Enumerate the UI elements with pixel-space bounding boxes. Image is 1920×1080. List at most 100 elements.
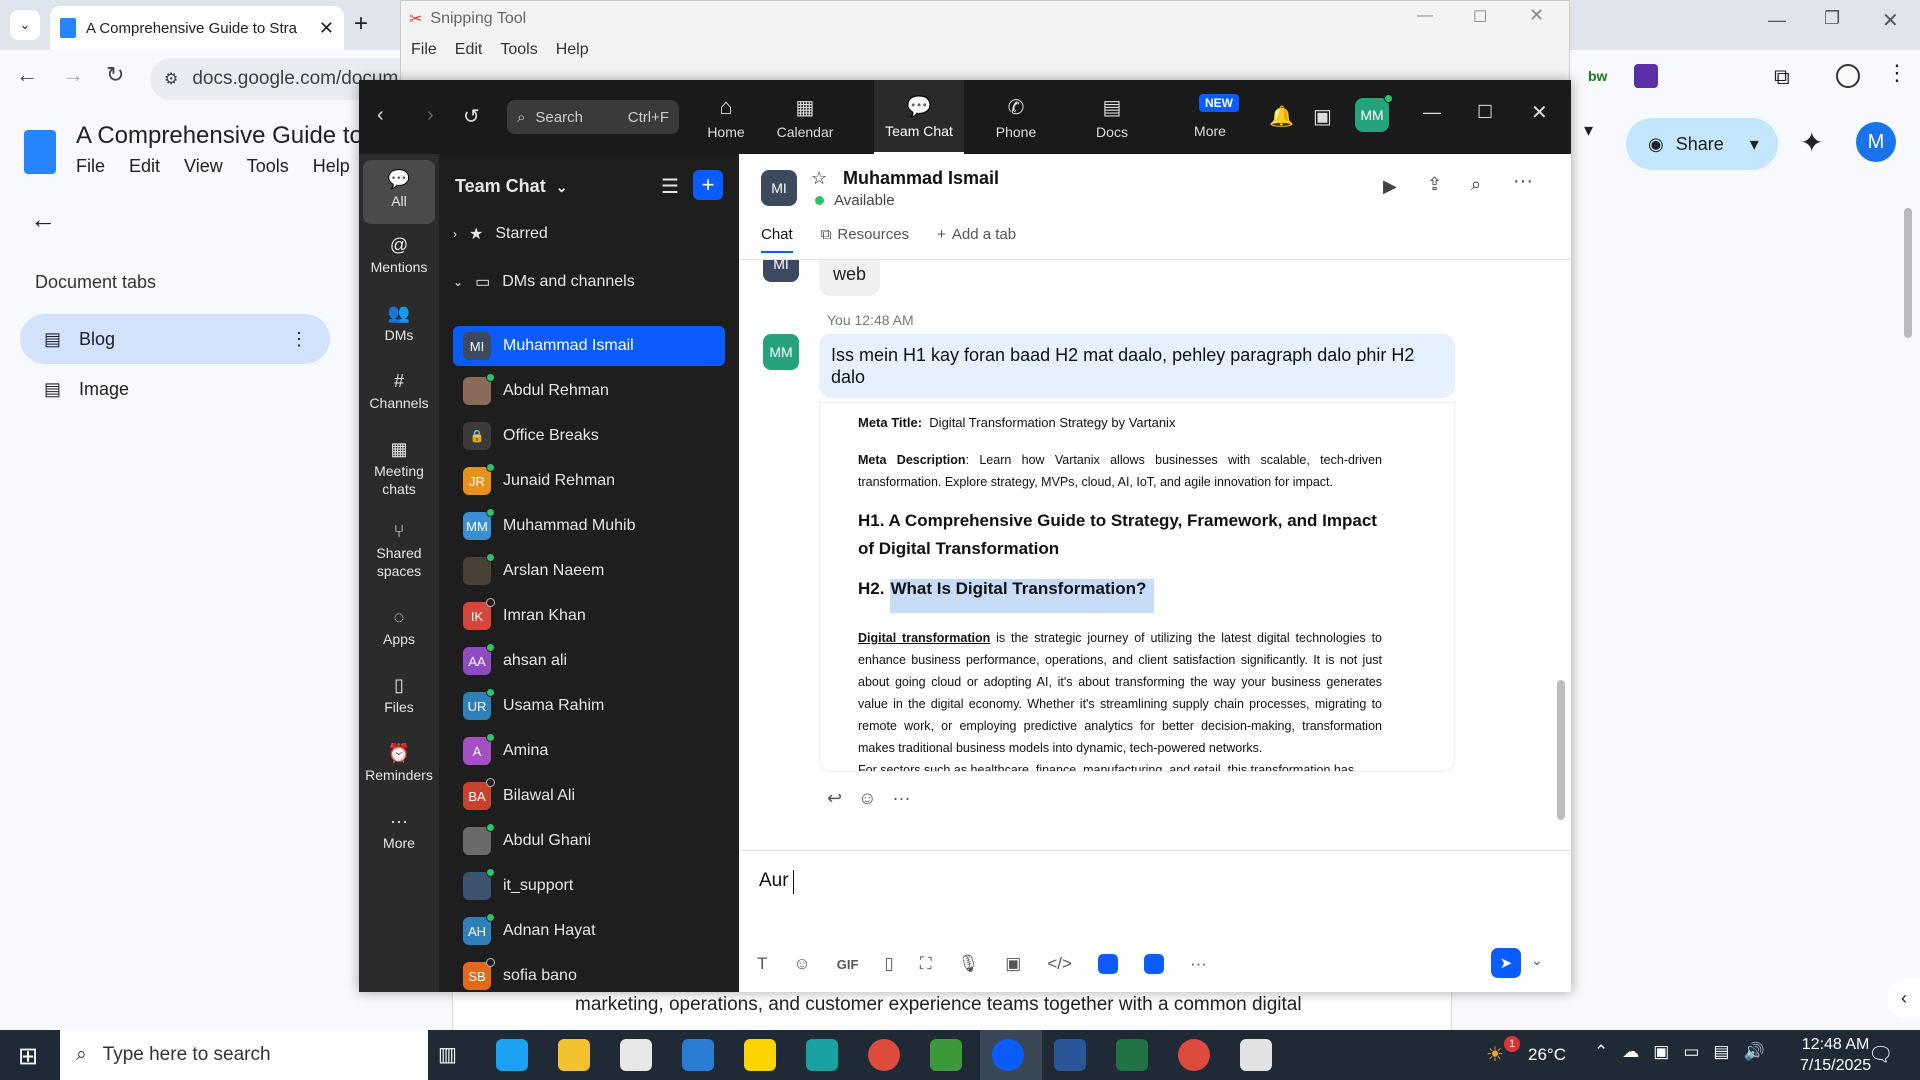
word-icon[interactable] — [1054, 1039, 1086, 1071]
chrome-icon[interactable] — [868, 1039, 900, 1071]
chrome-icon[interactable] — [1178, 1039, 1210, 1071]
share-screen-icon[interactable]: ⇪ — [1427, 174, 1442, 195]
nav-phone[interactable]: ✆ Phone — [981, 80, 1051, 154]
zoom-close-icon[interactable]: ✕ — [1531, 100, 1548, 125]
zoom-icon[interactable] — [992, 1039, 1024, 1071]
show-hidden-icons-icon[interactable]: ⌃ — [1594, 1042, 1608, 1062]
contact-row[interactable]: Abdul Rehman — [453, 371, 725, 411]
nav-calendar[interactable]: ▦ Calendar — [765, 80, 845, 154]
notification-bell-icon[interactable]: 🔔 — [1269, 104, 1294, 129]
zoom-search-box[interactable]: ⌕ Search Ctrl+F — [507, 100, 679, 134]
send-button[interactable]: ➤ — [1491, 948, 1521, 978]
add-reaction-icon[interactable]: ☺ — [858, 788, 876, 809]
bitwarden-extension-icon[interactable]: bw — [1588, 68, 1607, 84]
contact-row[interactable]: Abdul Ghani — [453, 821, 725, 861]
menu-edit[interactable]: Edit — [129, 156, 160, 177]
menu-file[interactable]: File — [76, 156, 105, 177]
video-call-icon[interactable]: ▶ — [1383, 176, 1397, 197]
app-icon[interactable] — [930, 1039, 962, 1071]
microsoft-store-icon[interactable] — [620, 1039, 652, 1071]
rail-item-mentions[interactable]: @ Mentions — [363, 226, 435, 288]
message-bubble[interactable]: web — [819, 260, 881, 296]
doc-link[interactable]: Digital transformation — [858, 631, 990, 645]
excel-icon[interactable] — [1116, 1039, 1148, 1071]
reload-icon[interactable]: ↻ — [106, 62, 124, 88]
onedrive-icon[interactable]: ☁ — [1622, 1042, 1639, 1062]
contact-row[interactable]: Arslan Naeem — [453, 551, 725, 591]
site-info-icon[interactable]: ⚙ — [164, 69, 178, 89]
collapse-outline-icon[interactable]: ← — [30, 204, 56, 235]
snip-close-icon[interactable]: ✕ — [1529, 5, 1544, 26]
volume-icon[interactable]: 🔊 — [1743, 1042, 1764, 1062]
contact-row[interactable]: BA Bilawal Ali — [453, 776, 725, 816]
minimize-window-icon[interactable]: — — [1768, 10, 1786, 31]
chrome-menu-icon[interactable]: ⋮ — [1886, 60, 1908, 86]
battery-icon[interactable]: ▭ — [1683, 1042, 1699, 1062]
menu-tools[interactable]: Tools — [247, 156, 289, 177]
snip-menu-edit[interactable]: Edit — [455, 41, 483, 59]
gemini-icon[interactable]: ✦ — [1800, 126, 1823, 159]
close-tab-icon[interactable]: ✕ — [319, 18, 334, 39]
chat-avatar[interactable]: MI — [761, 170, 797, 206]
contact-row[interactable]: AH Adnan Hayat — [453, 911, 725, 951]
chat-name[interactable]: Muhammad Ismail — [843, 168, 999, 189]
back-icon[interactable]: ← — [16, 62, 38, 88]
snip-menu-file[interactable]: File — [411, 41, 437, 59]
contact-row[interactable]: 🔒 Office Breaks — [453, 416, 725, 456]
windows-start-icon[interactable]: ⊞ — [18, 1042, 38, 1071]
weather-icon[interactable]: ☀ — [1486, 1042, 1504, 1067]
team-chat-header[interactable]: Team Chat ⌄ — [455, 176, 567, 197]
docs-toolbar-dropdown-icon[interactable]: ▾ — [1584, 120, 1593, 141]
starred-section[interactable]: › ★ Starred — [453, 224, 548, 244]
message-composer[interactable]: Aur — [759, 860, 1549, 940]
rail-item-all[interactable]: 💬 All — [363, 160, 435, 224]
nav-home[interactable]: ⌂ Home — [693, 80, 759, 154]
zoom-maximize-icon[interactable]: ☐ — [1477, 102, 1493, 123]
contact-row[interactable]: SB sofia bano — [453, 956, 725, 992]
snip-menu-tools[interactable]: Tools — [500, 41, 537, 59]
code-snippet-icon[interactable]: </> — [1047, 954, 1072, 974]
app-icon[interactable] — [806, 1039, 838, 1071]
contact-row[interactable]: MM Muhammad Muhib — [453, 506, 725, 546]
search-chat-icon[interactable]: ⌕ — [1471, 174, 1481, 195]
snip-maximize-icon[interactable]: ☐ — [1473, 7, 1487, 27]
tab-chat[interactable]: Chat — [761, 226, 793, 253]
back-arrow-icon[interactable]: ‹ — [377, 104, 384, 127]
docs-logo-icon[interactable] — [24, 130, 56, 174]
meetings-icon[interactable]: ▣ — [1313, 104, 1332, 129]
contact-row[interactable]: IK Imran Khan — [453, 596, 725, 636]
app-icon[interactable] — [1097, 954, 1118, 974]
snip-menu-help[interactable]: Help — [556, 41, 589, 59]
rail-item-reminders[interactable]: ⏰ Reminders — [363, 734, 435, 796]
profile-avatar[interactable]: MM — [1355, 94, 1393, 132]
zoom-minimize-icon[interactable]: — — [1423, 102, 1441, 123]
message-more-icon[interactable]: ··· — [892, 788, 910, 809]
rail-item-shared-spaces[interactable]: ⑂ Shared spaces — [363, 512, 435, 590]
new-tab-icon[interactable]: + — [354, 10, 368, 38]
profile-icon[interactable] — [1836, 64, 1860, 88]
menu-help[interactable]: Help — [313, 156, 350, 177]
rail-item-more[interactable]: ··· More — [363, 802, 435, 864]
pasted-document-card[interactable]: Meta Title: Digital Transformation Strat… — [819, 402, 1455, 772]
extension-icon[interactable] — [1634, 64, 1658, 88]
send-options-icon[interactable]: ⌄ — [1531, 952, 1543, 969]
reply-icon[interactable]: ↩ — [827, 788, 842, 809]
contact-row[interactable]: JR Junaid Rehman — [453, 461, 725, 501]
file-icon[interactable]: ▯ — [884, 954, 893, 974]
task-view-icon[interactable]: ▥ — [438, 1042, 457, 1067]
snipping-tool-icon[interactable] — [1240, 1039, 1272, 1071]
rail-item-channels[interactable]: # Channels — [363, 362, 435, 424]
sticky-notes-icon[interactable] — [744, 1039, 776, 1071]
account-avatar[interactable]: M — [1856, 122, 1896, 162]
forward-icon[interactable]: → — [62, 62, 84, 88]
browser-tab[interactable]: A Comprehensive Guide to Stra ✕ — [50, 6, 344, 50]
doc-title[interactable]: A Comprehensive Guide to S — [76, 122, 386, 150]
nav-docs[interactable]: ▤ Docs — [1077, 80, 1147, 154]
tray-app-icon[interactable]: ▣ — [1653, 1042, 1669, 1062]
doc-tab-blog[interactable]: ▤ Blog ⋮ — [20, 314, 330, 364]
clock[interactable]: 12:48 AM 7/15/2025 — [1800, 1034, 1871, 1076]
format-text-icon[interactable]: T — [757, 954, 767, 974]
network-icon[interactable]: ▤ — [1713, 1042, 1729, 1062]
app-icon[interactable] — [1143, 954, 1164, 974]
video-message-icon[interactable]: ▣ — [1005, 954, 1021, 974]
